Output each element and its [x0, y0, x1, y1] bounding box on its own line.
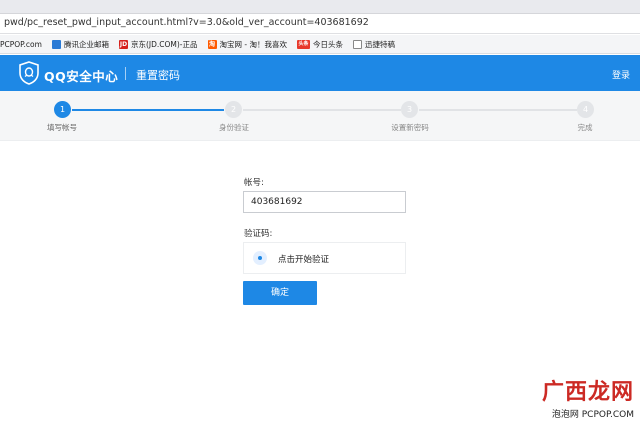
bookmark-label: 迅捷特稿: [364, 39, 395, 49]
page-title: 重置密码: [136, 69, 180, 82]
toutiao-icon: 头条: [296, 39, 310, 49]
account-input[interactable]: 403681692: [243, 191, 406, 213]
bookmark-jd[interactable]: JD 京东(JD.COM)-正品: [118, 39, 198, 50]
radio-dot-icon: [253, 251, 267, 265]
bookmark-tencent-mail[interactable]: 腾讯企业邮箱: [51, 39, 109, 50]
mail-icon: [51, 39, 61, 49]
bookmark-label: 腾讯企业邮箱: [63, 39, 109, 49]
step-2-label: 身份验证: [219, 123, 249, 132]
document-icon: [352, 39, 362, 49]
login-link[interactable]: 登录: [612, 68, 630, 81]
bookmark-document[interactable]: 迅捷特稿: [352, 39, 395, 50]
step-1-label: 填写帐号: [47, 123, 77, 132]
step-4-label: 完成: [577, 123, 593, 132]
submit-button[interactable]: 确定: [243, 281, 317, 305]
header-divider: [125, 67, 126, 80]
bookmark-label: 淘宝网 - 淘！我喜欢: [219, 39, 287, 49]
step-1-circle: 1: [54, 101, 71, 118]
bookmark-pcpop[interactable]: PCPOP.com: [0, 40, 42, 49]
bookmark-label: 京东(JD.COM)-正品: [130, 39, 198, 49]
bookmark-taobao[interactable]: 淘 淘宝网 - 淘！我喜欢: [207, 39, 287, 50]
step-3-circle: 3: [401, 101, 418, 118]
step-connector-3: [419, 109, 577, 111]
bookmarks-bar: PCPOP.com 腾讯企业邮箱 JD 京东(JD.COM)-正品 淘 淘宝网 …: [0, 35, 640, 54]
step-4-circle: 4: [577, 101, 594, 118]
captcha-verify-text: 点击开始验证: [278, 255, 330, 265]
step-progress: 1 2 3 4 填写帐号 身份验证 设置新密码 完成: [0, 91, 640, 141]
step-3-label: 设置新密码: [391, 123, 429, 132]
account-label: 帐号:: [244, 178, 264, 188]
watermark-title: 广西龙网: [541, 379, 634, 405]
captcha-verify-button[interactable]: 点击开始验证: [243, 242, 406, 274]
bookmark-toutiao[interactable]: 头条 今日头条: [296, 39, 343, 50]
captcha-label: 验证码:: [244, 229, 273, 239]
bookmark-label: PCPOP.com: [0, 39, 42, 49]
taobao-icon: 淘: [207, 39, 217, 49]
site-header: QQ安全中心 重置密码 登录: [0, 55, 640, 91]
step-2-circle: 2: [225, 101, 242, 118]
browser-frame-top: [0, 0, 640, 14]
watermark-subtitle: 泡泡网 PCPOP.COM: [551, 410, 634, 420]
address-bar[interactable]: pwd/pc_reset_pwd_input_account.html?v=3.…: [0, 14, 640, 34]
shield-logo-icon[interactable]: [18, 61, 40, 85]
address-bar-url[interactable]: pwd/pc_reset_pwd_input_account.html?v=3.…: [4, 17, 369, 28]
brand-title[interactable]: QQ安全中心: [44, 66, 118, 85]
step-connector-1: [72, 109, 224, 111]
jd-icon: JD: [118, 39, 128, 49]
bookmark-label: 今日头条: [312, 39, 343, 49]
step-connector-2: [243, 109, 401, 111]
watermark: 广西龙网 泡泡网 PCPOP.COM: [542, 374, 634, 420]
